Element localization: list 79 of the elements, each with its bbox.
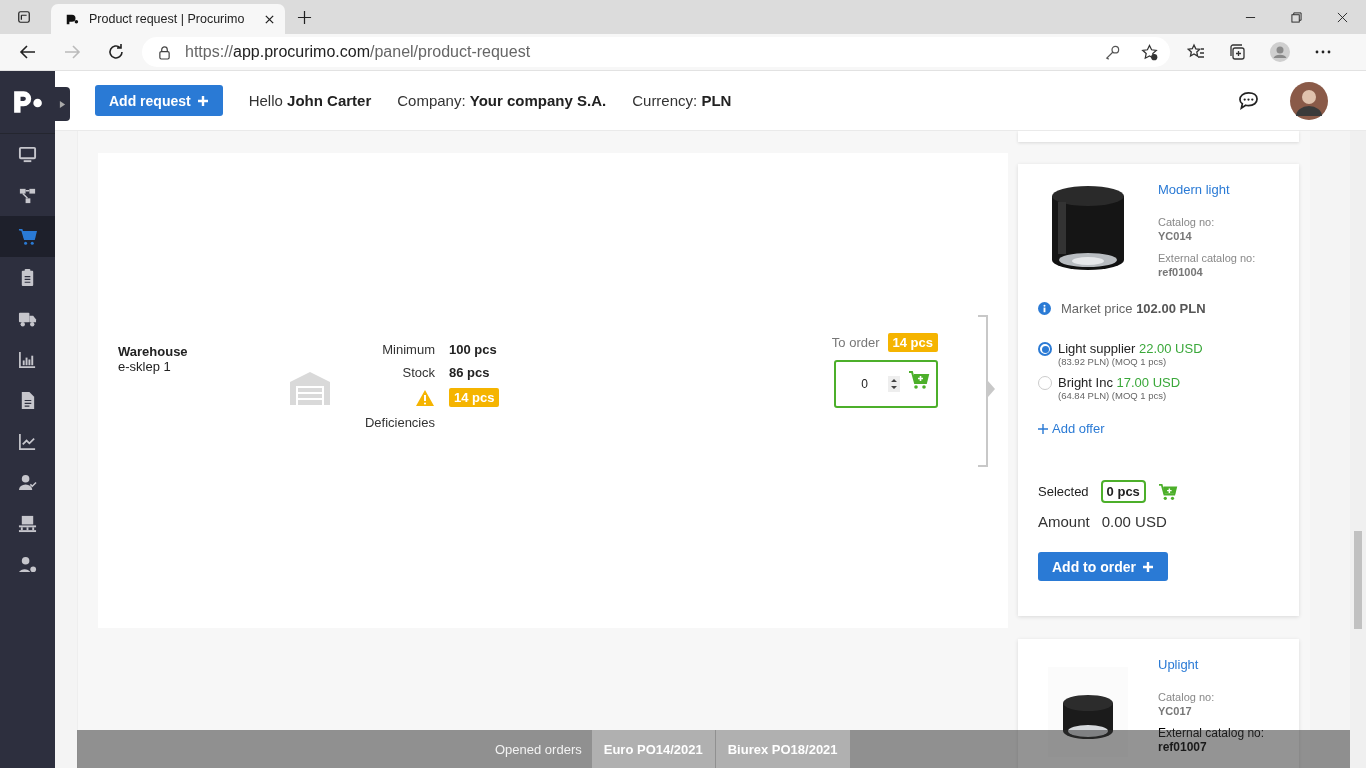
company-text: Company: Your company S.A.	[397, 92, 607, 109]
catalog-label: Catalog no:	[1158, 690, 1216, 704]
add-offer-link[interactable]: Add offer	[1038, 421, 1105, 436]
cart-icon	[18, 227, 37, 246]
external-catalog-label: External catalog no:	[1158, 726, 1265, 740]
close-icon[interactable]	[1337, 12, 1348, 23]
catalog-number: YC014	[1158, 229, 1193, 243]
reload-icon[interactable]	[107, 43, 125, 61]
pallet-icon	[18, 514, 37, 533]
product-name-link[interactable]: Uplight	[1158, 657, 1265, 672]
plus-icon	[196, 94, 209, 107]
site-logo-icon	[65, 12, 79, 26]
scrollbar[interactable]	[1350, 131, 1366, 768]
deficiency-badge: 14 pcs	[449, 388, 500, 407]
back-icon[interactable]	[19, 43, 37, 61]
key-icon[interactable]	[1104, 43, 1121, 61]
external-catalog-number: ref01004	[1158, 265, 1204, 279]
favorites-icon[interactable]	[1187, 43, 1205, 61]
to-order-badge: 14 pcs	[887, 333, 938, 352]
currency-text: Currency: PLN	[632, 92, 732, 109]
sidebar-item[interactable]	[0, 216, 55, 257]
expand-icon	[59, 99, 66, 109]
location-label: Warehouse	[118, 343, 189, 359]
info-icon	[1038, 302, 1051, 315]
stock-label: Stock	[401, 365, 435, 380]
collections-icon[interactable]	[1228, 43, 1246, 61]
browser-tab[interactable]: Product request | Procurimo	[51, 4, 285, 34]
user-gear-icon	[18, 555, 37, 574]
external-catalog-label: External catalog no:	[1158, 251, 1256, 265]
plus-icon	[1038, 423, 1048, 434]
greeting-text: Hello John Carter	[248, 92, 372, 109]
spinner-icon[interactable]	[888, 376, 900, 392]
add-favorite-icon[interactable]	[1141, 43, 1158, 61]
offer-name: Bright Inc 17.00 USD	[1058, 375, 1181, 390]
radio-button[interactable]	[1038, 342, 1052, 356]
warehouse-icon	[289, 370, 331, 405]
close-icon[interactable]	[264, 13, 275, 25]
location-name: e-sklep 1	[118, 358, 172, 374]
catalog-label: Catalog no:	[1158, 215, 1216, 229]
logo-icon	[11, 89, 44, 115]
lock-icon	[158, 44, 171, 60]
add-request-button[interactable]: Add request	[95, 85, 223, 116]
tab-actions-icon[interactable]	[17, 10, 31, 24]
opened-orders-label: Opened orders	[495, 740, 583, 759]
to-order-label: To order	[831, 335, 880, 350]
restore-icon[interactable]	[1291, 12, 1302, 23]
address-field[interactable]: https://app.procurimo.com/panel/product-request	[142, 37, 1170, 67]
scrollbar-thumb[interactable]	[1354, 531, 1362, 629]
chat-icon[interactable]	[1238, 91, 1259, 110]
monitor-icon	[18, 145, 37, 164]
profile-icon[interactable]	[1269, 41, 1291, 63]
add-to-order-button[interactable]: Add to order	[1038, 552, 1168, 581]
hierarchy-icon	[18, 186, 37, 205]
warning-icon	[415, 388, 435, 407]
quantity-field[interactable]: 0	[834, 360, 938, 408]
external-catalog-number: ref01007	[1158, 740, 1208, 754]
avatar[interactable]	[1290, 81, 1328, 120]
market-price-text: Market price 102.00 PLN	[1061, 301, 1206, 316]
catalog-number: YC017	[1158, 704, 1193, 718]
amount-value: 0.00 USD	[1101, 513, 1167, 530]
add-to-cart-icon[interactable]	[908, 370, 930, 390]
product-name-link[interactable]: Modern light	[1158, 182, 1256, 197]
selected-quantity: 0 pcs	[1100, 480, 1146, 503]
bar-chart-icon	[18, 350, 37, 369]
new-tab-icon[interactable]	[297, 10, 312, 25]
minimum-label: Minimum	[381, 342, 435, 357]
offer-details: (64.84 PLN) (MOQ 1 pcs)	[1058, 390, 1168, 401]
amount-label: Amount	[1038, 513, 1090, 530]
deficiencies-label: Deficiencies	[363, 415, 435, 430]
sidebar-toggle[interactable]	[55, 87, 70, 121]
plus-icon	[1142, 560, 1154, 573]
cart-icon[interactable]	[1157, 482, 1178, 501]
offer-details: (83.92 PLN) (MOQ 1 pcs)	[1058, 356, 1168, 367]
line-chart-icon	[18, 432, 37, 451]
offer-name: Light supplier 22.00 USD	[1058, 341, 1203, 356]
user-check-icon	[18, 473, 37, 492]
minimum-value: 100 pcs	[449, 342, 498, 357]
stock-value: 86 pcs	[449, 365, 491, 380]
selected-label: Selected	[1038, 484, 1089, 499]
